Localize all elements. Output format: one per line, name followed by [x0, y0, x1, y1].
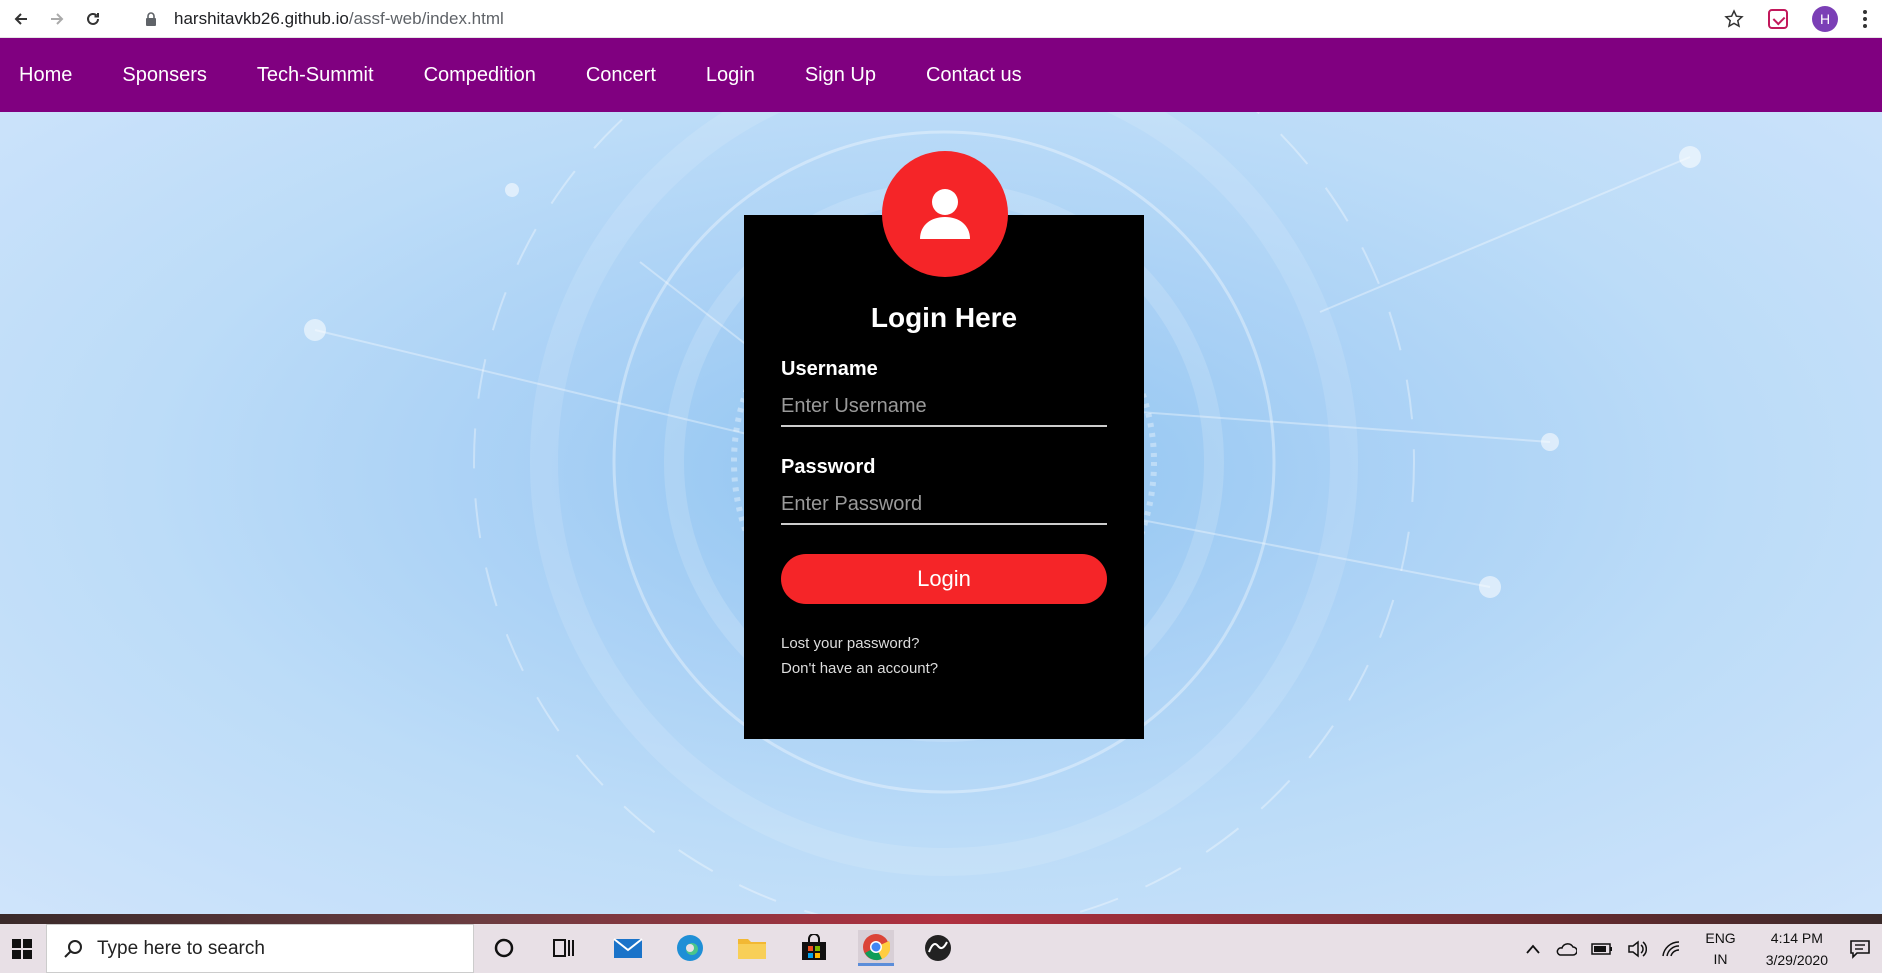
arrow-left-icon — [14, 12, 27, 25]
site-navbar: Home Sponsers Tech-Summit Compedition Co… — [0, 38, 1882, 112]
chrome-button[interactable] — [858, 930, 894, 966]
onedrive-cloud-icon[interactable] — [1555, 942, 1578, 956]
login-button[interactable]: Login — [781, 554, 1107, 604]
nav-tech-summit[interactable]: Tech-Summit — [257, 64, 374, 87]
file-explorer-button[interactable] — [734, 930, 770, 966]
mail-app-button[interactable] — [610, 930, 646, 966]
battery-icon[interactable] — [1591, 942, 1613, 955]
language-code: ENG — [1705, 929, 1736, 946]
nav-contact-us[interactable]: Contact us — [926, 64, 1022, 87]
no-account-link[interactable]: Don't have an account? — [781, 660, 938, 677]
wallpaper-strip — [0, 914, 1882, 924]
login-card: Login Here Username Password Login Lost … — [744, 215, 1144, 739]
windows-logo-icon — [12, 938, 32, 959]
login-title: Login Here — [870, 302, 1018, 333]
cortana-button[interactable] — [486, 930, 522, 966]
folder-icon — [738, 939, 766, 959]
edge-browser-button[interactable] — [672, 930, 708, 966]
arrow-right-icon — [51, 12, 64, 25]
username-label: Username — [781, 358, 878, 380]
notification-icon — [1850, 939, 1870, 959]
edge-icon — [677, 935, 703, 961]
browser-toolbar: harshitavkb26.github.io/assf-web/index.h… — [0, 0, 1882, 38]
start-button[interactable] — [0, 924, 44, 973]
system-tray: ENG IN 4:14 PM 3/29/2020 — [1525, 924, 1828, 973]
task-view-icon — [553, 939, 574, 957]
taskbar-clock[interactable]: 4:14 PM 3/29/2020 — [1766, 927, 1828, 971]
nav-concert[interactable]: Concert — [586, 64, 656, 87]
app-icon — [925, 935, 951, 961]
task-view-button[interactable] — [546, 930, 582, 966]
lost-password-link[interactable]: Lost your password? — [781, 635, 919, 652]
chrome-icon — [863, 933, 890, 960]
clock-date: 3/29/2020 — [1765, 951, 1828, 968]
password-label: Password — [781, 456, 876, 478]
search-icon — [64, 939, 82, 958]
action-center-button[interactable] — [1838, 924, 1882, 973]
region-code: IN — [1713, 950, 1728, 967]
taskbar-search[interactable]: Type here to search — [46, 924, 474, 973]
clock-time: 4:14 PM — [1770, 929, 1823, 946]
username-input[interactable] — [781, 387, 1107, 427]
user-avatar-badge — [882, 151, 1008, 277]
chevron-up-icon[interactable] — [1525, 943, 1541, 955]
nav-sign-up[interactable]: Sign Up — [805, 64, 876, 87]
lock-icon — [146, 12, 156, 26]
store-button[interactable] — [796, 930, 832, 966]
app-button[interactable] — [920, 930, 956, 966]
url-host: harshitavkb26.github.io — [174, 9, 349, 28]
reload-button[interactable] — [78, 4, 108, 34]
store-bag-icon — [802, 934, 826, 960]
star-icon[interactable] — [1724, 9, 1744, 29]
url-path: /assf-web/index.html — [348, 9, 504, 28]
menu-dots-icon[interactable] — [1862, 9, 1868, 29]
mail-icon — [613, 938, 643, 958]
nav-login[interactable]: Login — [706, 64, 755, 87]
pocket-extension-icon[interactable] — [1768, 9, 1788, 29]
user-icon — [920, 189, 970, 239]
nav-sponsers[interactable]: Sponsers — [122, 64, 207, 87]
windows-taskbar: Type here to search ENG IN 4:14 PM 3/29/… — [0, 914, 1882, 973]
address-bar[interactable]: harshitavkb26.github.io/assf-web/index.h… — [130, 4, 1720, 34]
language-indicator[interactable]: ENG IN — [1705, 928, 1735, 970]
back-button[interactable] — [6, 4, 36, 34]
volume-icon[interactable] — [1627, 939, 1648, 958]
password-input[interactable] — [781, 485, 1107, 525]
browser-actions: H — [1724, 0, 1882, 38]
wifi-icon[interactable] — [1661, 940, 1681, 958]
reload-icon — [87, 12, 99, 25]
cortana-circle-icon — [494, 938, 514, 958]
nav-compedition[interactable]: Compedition — [424, 64, 536, 87]
forward-button[interactable] — [42, 4, 72, 34]
search-placeholder: Type here to search — [97, 937, 265, 959]
nav-home[interactable]: Home — [19, 64, 72, 87]
profile-avatar[interactable]: H — [1812, 6, 1838, 32]
